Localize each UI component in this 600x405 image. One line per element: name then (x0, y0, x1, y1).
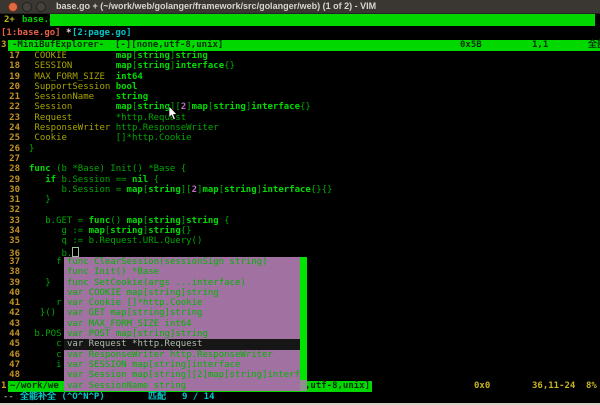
statusline-minibuf: 3 -MiniBufExplorer- [-][none,utf-8,unix]… (0, 40, 600, 51)
line-number: 20 (0, 82, 20, 92)
line-number: 17 (0, 51, 20, 61)
popup-scrollbar[interactable] (300, 257, 307, 391)
line-number: 35 (0, 236, 20, 246)
minibuf-highlight-bar (50, 14, 595, 26)
code-line[interactable]: 31 } (0, 195, 600, 205)
completion-item[interactable]: func Init() *Base (64, 267, 300, 277)
line-number: 39 (0, 278, 20, 288)
completion-item[interactable]: var POST map[string]string (64, 329, 300, 339)
ruler-cursor-position-main: 36,11-24 (532, 381, 575, 391)
mouse-cursor (168, 106, 178, 121)
code-line[interactable]: 19 MAX_FORM_SIZE int64 (0, 72, 600, 82)
statusline-file-path: ~/work/we (10, 381, 59, 391)
code-line[interactable]: 26} (0, 144, 600, 154)
completion-item[interactable]: func SetCookie(args ...interface) (64, 278, 300, 288)
line-number: 45 (0, 339, 20, 349)
code-line[interactable]: 18 SESSION map[string]interface{} (0, 61, 600, 71)
line-number: 25 (0, 133, 20, 143)
code-line[interactable]: 35 q := b.Request.URL.Query() (0, 236, 600, 246)
code-line[interactable]: 33 b.GET = func() map[string]string { (0, 216, 600, 226)
minibuf-explorer-row: 2+ base.go (0, 14, 600, 27)
line-number: 32 (0, 205, 20, 215)
line-number: 23 (0, 113, 20, 123)
ruler-cursor-position: 1,1 (532, 40, 548, 50)
match-label: 匹配 (148, 392, 166, 402)
line-number: 26 (0, 144, 20, 154)
vim-window: base.go + (~/work/web/golanger/framework… (0, 0, 600, 405)
code-line[interactable]: 34 g := map[string]string{} (0, 226, 600, 236)
message-prefix: -- (3, 392, 14, 402)
tab-base-go[interactable]: [1:base.go] (1, 28, 61, 38)
tab-page-go[interactable]: [2:page.go] (72, 28, 132, 38)
main-buffer-number: 1 (1, 381, 6, 391)
line-number: 47 (0, 360, 20, 370)
code-line[interactable]: 28func (b *Base) Init() *Base { (0, 164, 600, 174)
line-number: 44 (0, 329, 20, 339)
completion-popup: func ClearSession(sessionSign string)fun… (64, 257, 307, 391)
completion-item[interactable]: func ClearSession(sessionSign string) (64, 257, 300, 267)
completion-item-selected[interactable]: var Request *http.Request (64, 339, 300, 349)
statusline-minibuf-label: -MiniBufExplorer- [-][none,utf-8,unix] (12, 40, 223, 50)
ruler-hex-value-main: 0x0 (474, 381, 490, 391)
line-number: 33 (0, 216, 20, 226)
line-number: 41 (0, 298, 20, 308)
ruler-hex-value: 0x5B (460, 40, 482, 50)
line-number: 18 (0, 61, 20, 71)
line-number: 29 (0, 175, 20, 185)
completion-item[interactable]: var COOKIE map[string]string (64, 288, 300, 298)
line-number: 37 (0, 257, 20, 267)
code-line[interactable]: 23 Request *http.Request (0, 113, 600, 123)
code-line[interactable]: 22 Session map[string][2]map[string]inte… (0, 102, 600, 112)
completion-item[interactable]: var SESSION map[string]interface (64, 360, 300, 370)
code-line[interactable]: 30 b.Session = map[string][2]map[string]… (0, 185, 600, 195)
window-titlebar: base.go + (~/work/web/golanger/framework… (0, 0, 600, 14)
buffer-tab-line: [1:base.go] * [2:page.go] (0, 27, 600, 40)
ruler-scroll-position-main: 8% (586, 381, 597, 391)
line-number: 43 (0, 319, 20, 329)
completion-item[interactable]: var ResponseWriter http.ResponseWriter (64, 350, 300, 360)
window-close-button[interactable] (8, 2, 18, 12)
code-line[interactable]: 36 b. (0, 247, 600, 257)
line-number: 48 (0, 370, 20, 380)
completion-items: func ClearSession(sessionSign string)fun… (64, 257, 300, 391)
code-line[interactable]: 21 SessionName string (0, 92, 600, 102)
completion-item[interactable]: var Session map[string][2]map[string]int… (64, 370, 300, 380)
window-title: base.go + (~/work/web/golanger/framework… (56, 1, 376, 11)
completion-item[interactable]: var SessionName string (64, 381, 300, 391)
statusline-minibuf-bar: -MiniBufExplorer- [-][none,utf-8,unix] 0… (8, 40, 600, 51)
completion-item[interactable]: var MAX_FORM_SIZE int64 (64, 319, 300, 329)
code-line[interactable]: 32 (0, 205, 600, 215)
popup-scrollbar-thumb[interactable] (300, 257, 307, 380)
ruler-scroll-position: 全部 (588, 40, 600, 50)
code-line[interactable]: 24 ResponseWriter http.ResponseWriter (0, 123, 600, 133)
minibuf-entry-number: 2+ (4, 15, 15, 25)
window-maximize-button[interactable] (36, 2, 46, 12)
omni-completion-mode-label: 全能补全 (^O^N^P) (20, 392, 105, 402)
line-number: 22 (0, 102, 20, 112)
line-number: 21 (0, 92, 20, 102)
line-number: 27 (0, 154, 20, 164)
line-number: 31 (0, 195, 20, 205)
completion-item[interactable]: var GET map[string]string (64, 308, 300, 318)
code-line[interactable]: 20 SupportSession bool (0, 82, 600, 92)
code-line[interactable]: 25 Cookie []*http.Cookie (0, 133, 600, 143)
line-number: 40 (0, 288, 20, 298)
line-number: 30 (0, 185, 20, 195)
insert-cursor (72, 247, 79, 257)
window-minimize-button[interactable] (22, 2, 32, 12)
line-number: 24 (0, 123, 20, 133)
match-count: 9 / 14 (182, 392, 215, 402)
code-line[interactable]: 29 if b.Session == nil { (0, 175, 600, 185)
minibuf-buffer-number: 3 (1, 40, 6, 50)
line-number: 42 (0, 308, 20, 318)
completion-item[interactable]: var Cookie []*http.Cookie (64, 298, 300, 308)
code-line[interactable]: 17 COOKIE map[string]string (0, 51, 600, 61)
line-number: 19 (0, 72, 20, 82)
modified-indicator: * (66, 28, 71, 38)
line-number: 28 (0, 164, 20, 174)
line-number: 34 (0, 226, 20, 236)
line-number: 38 (0, 267, 20, 277)
line-number: 46 (0, 350, 20, 360)
code-line[interactable]: 27 (0, 154, 600, 164)
